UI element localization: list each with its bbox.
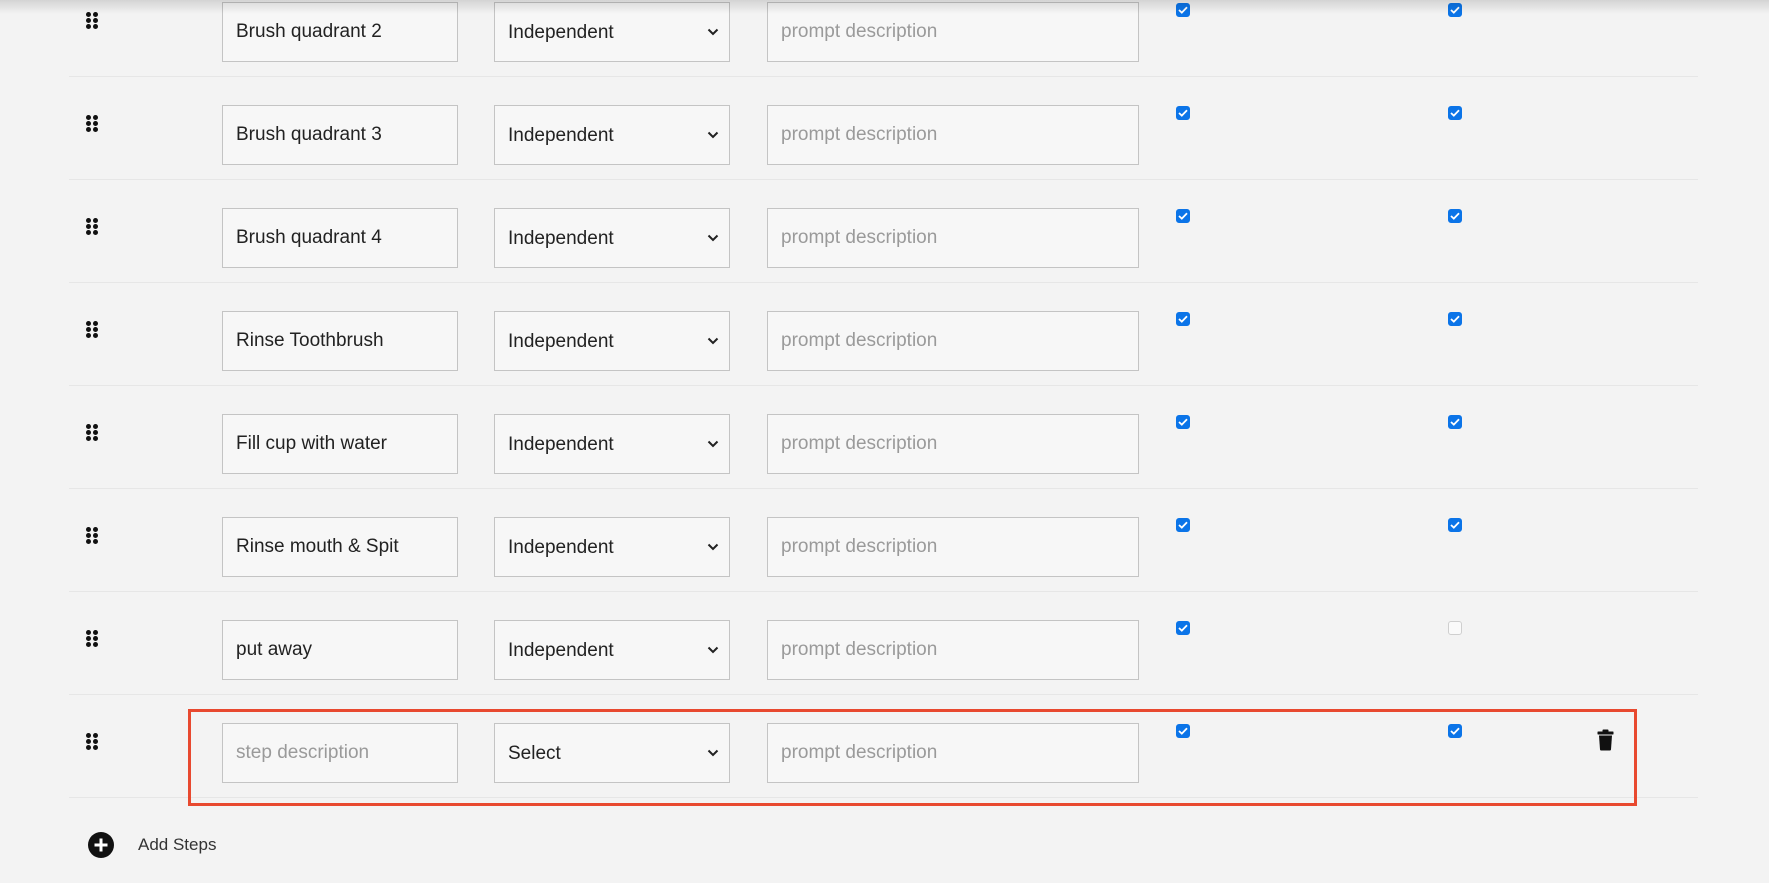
steps-list: Independent Independent Independent [69,0,1698,798]
prompt-description-input[interactable] [767,517,1139,577]
drag-handle-icon[interactable] [86,115,98,133]
step-checkbox-1[interactable] [1176,312,1190,326]
prompt-description-input[interactable] [767,2,1139,62]
step-description-input[interactable] [222,208,458,268]
step-checkbox-2[interactable] [1448,415,1462,429]
drag-handle-icon[interactable] [86,321,98,339]
step-description-input[interactable] [222,620,458,680]
step-row: Independent [69,592,1698,695]
drag-handle-icon[interactable] [86,424,98,442]
plus-circle-icon[interactable] [88,832,114,858]
step-checkbox-2[interactable] [1448,621,1462,635]
step-row: Independent [69,489,1698,592]
step-description-input[interactable] [222,105,458,165]
step-row: Independent [69,180,1698,283]
prompt-level-select[interactable]: Independent [494,208,730,268]
step-description-input[interactable] [222,311,458,371]
trash-icon[interactable] [1597,729,1614,751]
step-checkbox-2[interactable] [1448,518,1462,532]
step-checkbox-1[interactable] [1176,3,1190,17]
step-checkbox-1[interactable] [1176,724,1190,738]
drag-handle-icon[interactable] [86,527,98,545]
drag-handle-icon[interactable] [86,630,98,648]
step-description-input[interactable] [222,414,458,474]
prompt-description-input[interactable] [767,208,1139,268]
step-checkbox-1[interactable] [1176,621,1190,635]
step-description-input[interactable] [222,517,458,577]
drag-handle-icon[interactable] [86,733,98,751]
add-steps-button[interactable]: Add Steps [88,828,216,862]
step-checkbox-2[interactable] [1448,312,1462,326]
step-row: Independent [69,77,1698,180]
step-description-input[interactable] [222,723,458,783]
step-row: Independent [69,283,1698,386]
prompt-level-select[interactable]: Independent [494,2,730,62]
step-checkbox-2[interactable] [1448,724,1462,738]
step-checkbox-2[interactable] [1448,106,1462,120]
drag-handle-icon[interactable] [86,12,98,30]
prompt-level-select[interactable]: Independent [494,414,730,474]
step-checkbox-1[interactable] [1176,415,1190,429]
prompt-level-select[interactable]: Select [494,723,730,783]
drag-handle-icon[interactable] [86,218,98,236]
prompt-description-input[interactable] [767,311,1139,371]
prompt-description-input[interactable] [767,105,1139,165]
step-checkbox-1[interactable] [1176,106,1190,120]
add-steps-label: Add Steps [138,835,217,854]
prompt-description-input[interactable] [767,620,1139,680]
step-row: Select [69,695,1698,798]
step-row: Independent [69,0,1698,77]
step-checkbox-2[interactable] [1448,3,1462,17]
prompt-level-select[interactable]: Independent [494,620,730,680]
step-description-input[interactable] [222,2,458,62]
step-checkbox-1[interactable] [1176,518,1190,532]
step-checkbox-1[interactable] [1176,209,1190,223]
step-row: Independent [69,386,1698,489]
prompt-description-input[interactable] [767,723,1139,783]
prompt-level-select[interactable]: Independent [494,105,730,165]
prompt-level-select[interactable]: Independent [494,517,730,577]
step-checkbox-2[interactable] [1448,209,1462,223]
prompt-description-input[interactable] [767,414,1139,474]
prompt-level-select[interactable]: Independent [494,311,730,371]
